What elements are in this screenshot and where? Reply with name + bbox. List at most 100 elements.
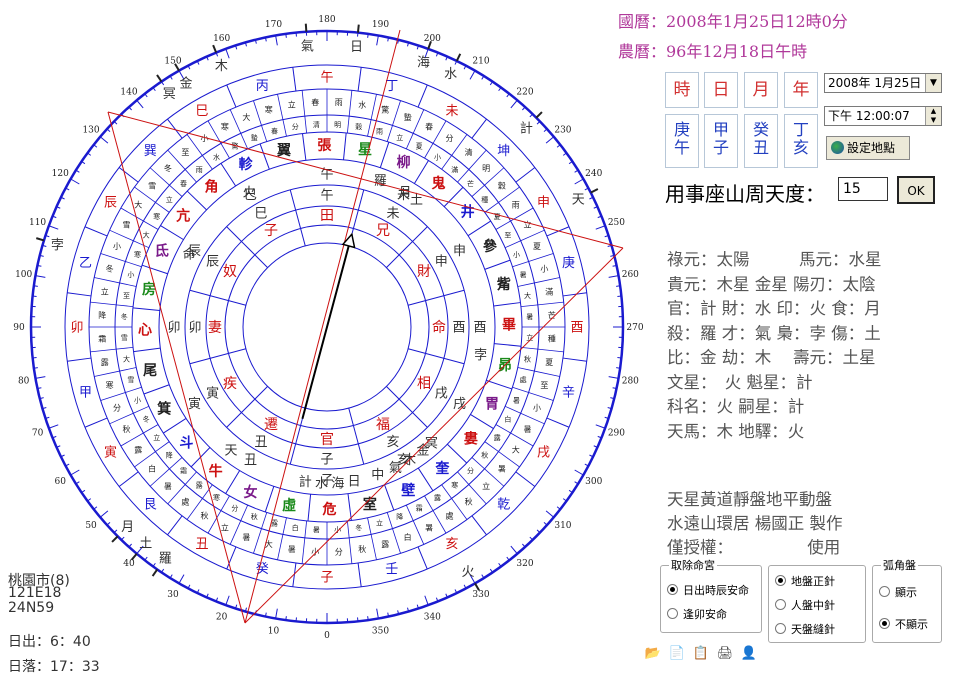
radio-earth-needle[interactable]: 地盤正針	[775, 573, 835, 589]
save-icon[interactable]: 📄	[668, 645, 686, 663]
fine-divider	[520, 346, 538, 350]
degree-tick	[595, 225, 606, 230]
degree-tick	[376, 35, 379, 46]
ok-button[interactable]: OK	[897, 176, 935, 204]
fine-glyph: 白	[148, 463, 156, 473]
house-label: 疾	[223, 376, 237, 392]
degree-label: 230	[554, 125, 571, 135]
fine-glyph: 冬	[106, 264, 114, 274]
chevron-down-icon[interactable]: ▼	[925, 74, 941, 92]
user-icon[interactable]: 👤	[740, 645, 758, 663]
fine-glyph: 雨	[376, 127, 383, 135]
astrolabe-chart[interactable]: 0 10 20 30 40 50 60 70 80 90 100 110 120 130 140 150 160…	[0, 0, 660, 679]
fine-glyph: 寒	[265, 105, 273, 115]
mountain-label: 卯	[70, 321, 83, 336]
fine-divider	[484, 441, 499, 452]
degree-tick	[510, 99, 518, 109]
fine-glyph: 夏	[533, 242, 541, 251]
radio-human-needle[interactable]: 人盤中針	[775, 597, 835, 613]
date-picker[interactable]: 2008年 1月25日 ▼	[824, 73, 942, 93]
fine-glyph: 露	[196, 481, 203, 489]
degree-tick	[48, 225, 59, 230]
fine-divider	[261, 125, 268, 142]
fine-glyph: 種	[481, 196, 488, 204]
house-divider	[348, 408, 365, 465]
fine-divider	[520, 412, 545, 425]
fine-divider	[504, 405, 521, 414]
fine-glyph: 春	[180, 179, 187, 188]
fine-glyph: 秋	[358, 544, 366, 554]
planet-outer: 金	[179, 75, 192, 91]
mansion-divider	[132, 307, 160, 312]
degree-tick	[70, 178, 80, 185]
print-icon[interactable]: 🖨	[716, 645, 734, 663]
outer-branch-label: 寅	[188, 396, 201, 412]
degree-label: 350	[372, 627, 389, 637]
fine-glyph: 穀	[355, 122, 362, 131]
fine-glyph: 至	[123, 292, 130, 300]
radio-dot	[775, 599, 786, 610]
house-label: 命	[432, 319, 446, 336]
mansion-divider	[163, 417, 187, 434]
mansion-divider	[493, 302, 521, 307]
fine-glyph: 雨	[335, 98, 343, 107]
fine-glyph: 秋	[200, 511, 208, 521]
fine-glyph: 小	[127, 270, 134, 279]
pointer-line	[301, 234, 353, 420]
mansion-divider	[259, 143, 270, 170]
set-location-button[interactable]: 設定地點	[826, 136, 910, 160]
open-folder-icon[interactable]: 📂	[644, 645, 662, 663]
degree-label: 280	[622, 377, 639, 387]
fine-glyph: 小	[134, 395, 141, 404]
degree-label: 260	[622, 270, 639, 280]
degree-tick	[285, 616, 287, 621]
fine-divider	[520, 229, 545, 242]
fine-glyph: 雨	[512, 200, 520, 209]
fine-divider	[100, 253, 126, 262]
copy-icon[interactable]: 📋	[692, 645, 710, 663]
degree-tick	[113, 529, 118, 533]
mountain-divider	[118, 167, 139, 183]
branch-label: 寅	[206, 386, 219, 402]
radio-hide-arc[interactable]: 不顯示	[879, 616, 928, 632]
degree-input[interactable]: 15	[838, 177, 888, 201]
fine-glyph: 清	[465, 147, 473, 157]
fine-glyph: 寒	[134, 250, 141, 259]
radio-show-arc[interactable]: 顯示	[879, 584, 917, 600]
fine-glyph: 立	[482, 481, 490, 491]
branch-label: 辰	[206, 255, 219, 270]
fine-glyph: 秋	[123, 424, 131, 434]
fine-glyph: 滿	[545, 287, 553, 297]
degree-label: 用事座山周天度：	[665, 182, 825, 206]
mansion-label: 婁	[464, 431, 478, 448]
planet-outer: 冥	[163, 87, 176, 102]
fine-glyph: 冬	[143, 415, 150, 424]
radio-heaven-needle[interactable]: 天盤縫針	[775, 621, 835, 637]
radio-sunrise[interactable]: 日出時辰安命	[667, 582, 749, 598]
fine-glyph: 立	[376, 519, 383, 528]
degree-label: 290	[608, 429, 625, 439]
fine-divider	[282, 517, 287, 535]
mansion-label: 箕	[157, 400, 171, 417]
credit-line-2: 水遠山環居 楊國正 製作	[667, 514, 843, 533]
branch-label: 戌	[435, 387, 448, 402]
degree-tick	[33, 285, 38, 287]
mountain-divider	[417, 84, 428, 108]
spinner-icon[interactable]: ▲ ▼	[925, 107, 941, 125]
fine-glyph: 秋	[524, 354, 531, 363]
mountain-divider	[292, 67, 297, 92]
fine-glyph: 霜	[180, 467, 187, 475]
time-picker[interactable]: 下午 12:00:07 ▲ ▼	[824, 106, 942, 126]
sunset-time: 日落：17：33	[8, 659, 100, 675]
degree-tick	[367, 616, 369, 621]
mansion-divider	[225, 470, 241, 494]
fine-divider	[220, 495, 230, 511]
fine-glyph: 降	[98, 310, 106, 320]
set-location-label: 設定地點	[847, 141, 896, 155]
mansion-divider	[343, 132, 347, 160]
fine-glyph: 分	[467, 466, 474, 475]
house-divider	[408, 289, 465, 306]
radio-mao[interactable]: 逢卯安命	[667, 606, 727, 622]
planet-outer: 水	[444, 67, 457, 82]
info-line: 祿元：太陽 馬元：水星	[667, 250, 882, 269]
